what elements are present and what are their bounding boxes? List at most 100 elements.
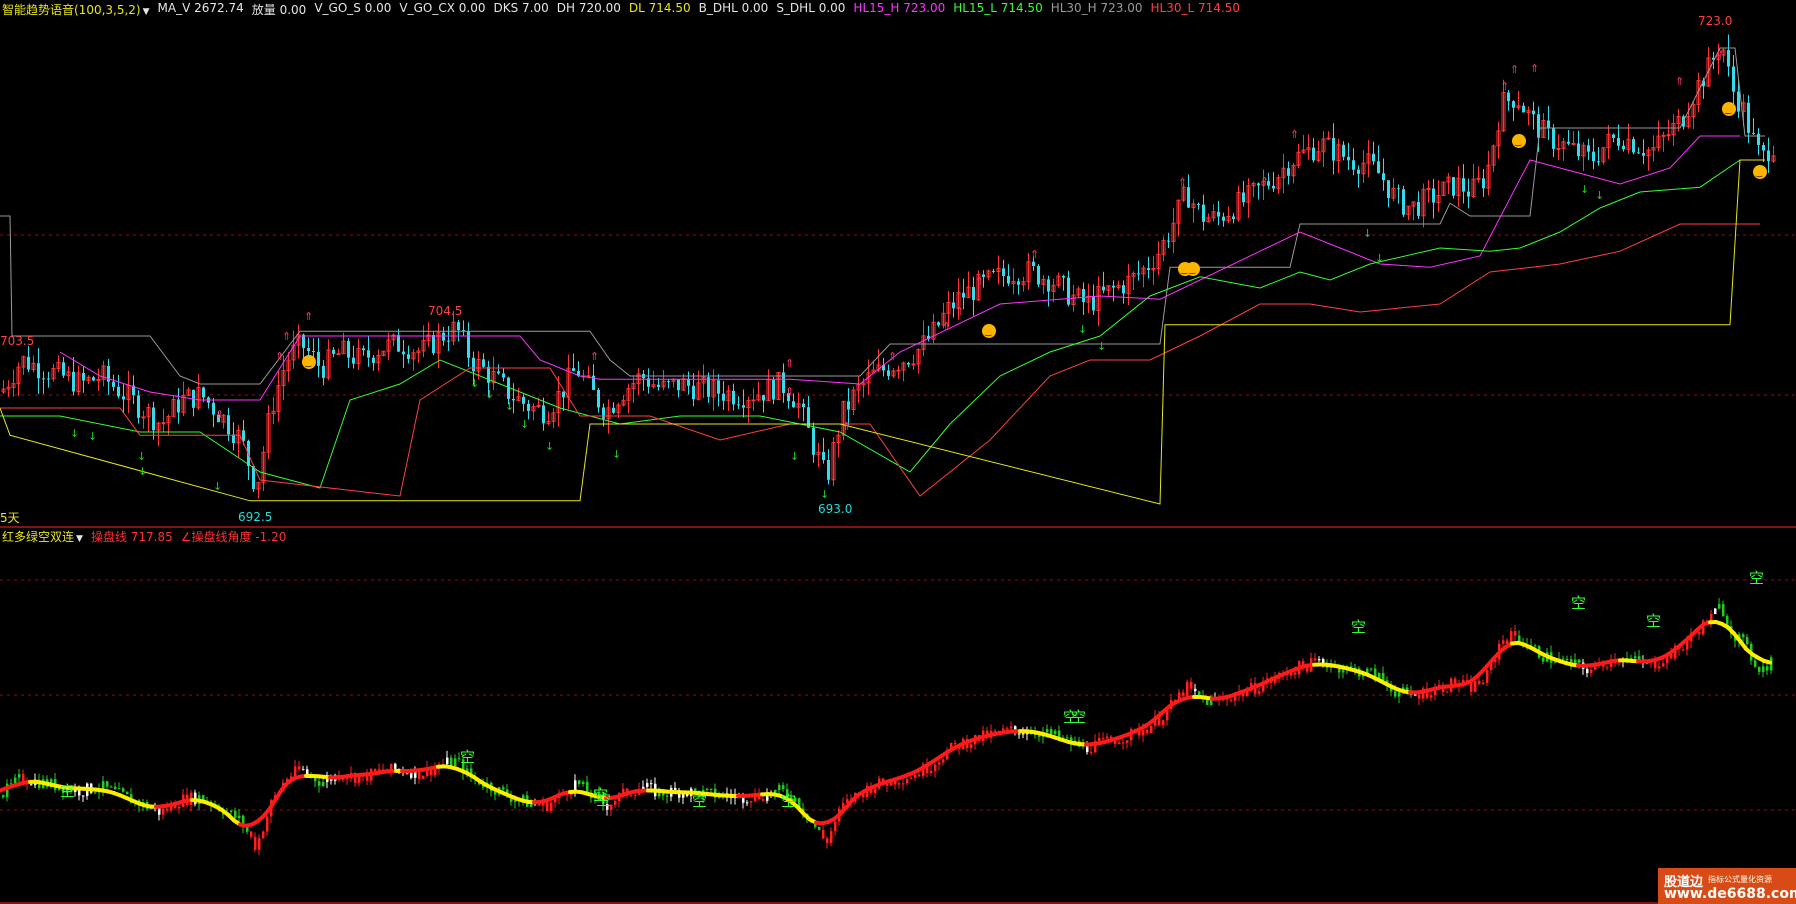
buy-arrow-icon: ⇑ (888, 350, 897, 363)
sub-candle-body (1718, 604, 1721, 609)
sub-candle-body (646, 783, 649, 787)
sub-candle-body (250, 831, 253, 837)
sub-candle-body (322, 782, 325, 786)
short-signal-label: 空 (1749, 569, 1764, 587)
sub-candle-body (178, 806, 181, 809)
candle-body (1387, 180, 1390, 199)
candle-body (762, 395, 765, 401)
sub-candle-body (374, 769, 377, 772)
short-signal-label: 空 (60, 782, 75, 800)
sub-candle-body (298, 766, 301, 770)
candle-body (312, 350, 315, 352)
candle-body (1747, 102, 1750, 133)
candle-body (1217, 211, 1220, 217)
sell-arrow-icon: ↓ (1078, 323, 1087, 336)
candle-body (62, 362, 65, 376)
sub-candle-body (266, 816, 269, 832)
sub-candle-body (262, 831, 265, 839)
sell-arrow-icon: ↓ (70, 427, 79, 440)
sub-candle-body (1762, 666, 1765, 672)
candle-body (707, 377, 710, 397)
sub-candle-body (582, 781, 585, 784)
buy-arrow-icon: ⇑ (304, 310, 313, 323)
candle-body (527, 403, 530, 411)
candle-body (1482, 178, 1485, 189)
sell-arrow-icon: ↓ (520, 418, 529, 431)
candle-body (827, 460, 830, 480)
candle-body (1342, 144, 1345, 157)
candle-body (362, 348, 365, 351)
sub-candle-body (30, 784, 33, 786)
candle-body (1326, 137, 1331, 140)
sub-candle-body (818, 826, 821, 830)
candle-body (227, 415, 230, 435)
candle-body (352, 357, 355, 364)
candle-body (972, 287, 975, 300)
candle-body (367, 350, 370, 358)
candle-body (1197, 203, 1200, 205)
candle-body (807, 407, 810, 428)
sell-arrow-icon: ↓ (1580, 183, 1589, 196)
sub-candle-body (1714, 608, 1717, 615)
candle-body (336, 353, 341, 356)
candle-body (1552, 127, 1555, 149)
sub-candle-body (302, 769, 305, 771)
candle-body (332, 349, 335, 354)
sub-candle-body (1658, 666, 1661, 669)
candle-body (822, 452, 825, 461)
sub-candle-body (114, 786, 117, 790)
sub-candle-body (1758, 666, 1761, 672)
candle-body (1382, 173, 1385, 181)
buy-arrow-icon: ⇑ (590, 350, 599, 363)
sub-candle-body (1746, 637, 1749, 644)
chart-canvas[interactable]: 703.5 704.5 692.5 693.0 723.0 5天 ⇑ ⇑ ⇑ ⇑ ⇑ ⇑ ⇑ ⇑ ⇑ ⇑ ⇑ ⇑ ⇑… (0, 0, 1796, 904)
candle-body (1112, 285, 1115, 288)
candle-body (202, 387, 205, 398)
sub-candle-body (94, 792, 97, 794)
candle-body (1752, 132, 1755, 134)
sub-candle-body (1766, 666, 1769, 671)
sub-candle-body (954, 742, 957, 745)
buy-arrow-icon: ⇑ (842, 420, 851, 433)
candle-body (1612, 134, 1615, 138)
candle-body (122, 396, 125, 400)
sub-candle-body (782, 785, 785, 790)
candle-body (1462, 178, 1465, 192)
candle-body (117, 386, 120, 397)
candle-body (252, 465, 255, 490)
candle-body (472, 357, 475, 372)
candle-body (152, 407, 155, 431)
candle-body (1002, 268, 1005, 276)
sub-candle-body (318, 781, 321, 786)
candle-body (141, 416, 146, 419)
candle-body (657, 384, 660, 387)
short-signal-label: 空 (692, 792, 707, 810)
candle-body (1272, 185, 1275, 189)
sub-candle-body (1394, 691, 1397, 697)
sell-arrow-icon: ↓ (213, 480, 222, 493)
candle-body (887, 370, 890, 376)
sub-candle-body (834, 821, 837, 832)
sub-candle-body (634, 794, 637, 796)
sell-arrow-icon: ↓ (612, 448, 621, 461)
candle-body (302, 334, 305, 348)
sub-candle-body (1050, 728, 1053, 735)
candle-body (447, 340, 450, 342)
smiley-icon: ‿ (1188, 265, 1196, 274)
sub-candle-body (1190, 682, 1193, 689)
sub-candle-body (1430, 695, 1433, 698)
sub-candle-body (514, 800, 517, 802)
candle-body (457, 322, 460, 331)
candle-body (1512, 101, 1515, 108)
buy-arrow-icon: ⇑ (1510, 63, 1519, 76)
candle-body (602, 407, 605, 419)
buy-arrow-icon: ⇑ (975, 275, 984, 288)
buy-arrow-icon: ⇑ (1260, 175, 1269, 188)
candle-body (907, 363, 910, 365)
sub-candle-body (1414, 694, 1417, 696)
sub-candle-body (1474, 680, 1477, 692)
candle-body (522, 396, 525, 404)
candle-body (1037, 266, 1040, 285)
sub-candle-body (630, 795, 633, 797)
candle-body (1032, 261, 1035, 267)
